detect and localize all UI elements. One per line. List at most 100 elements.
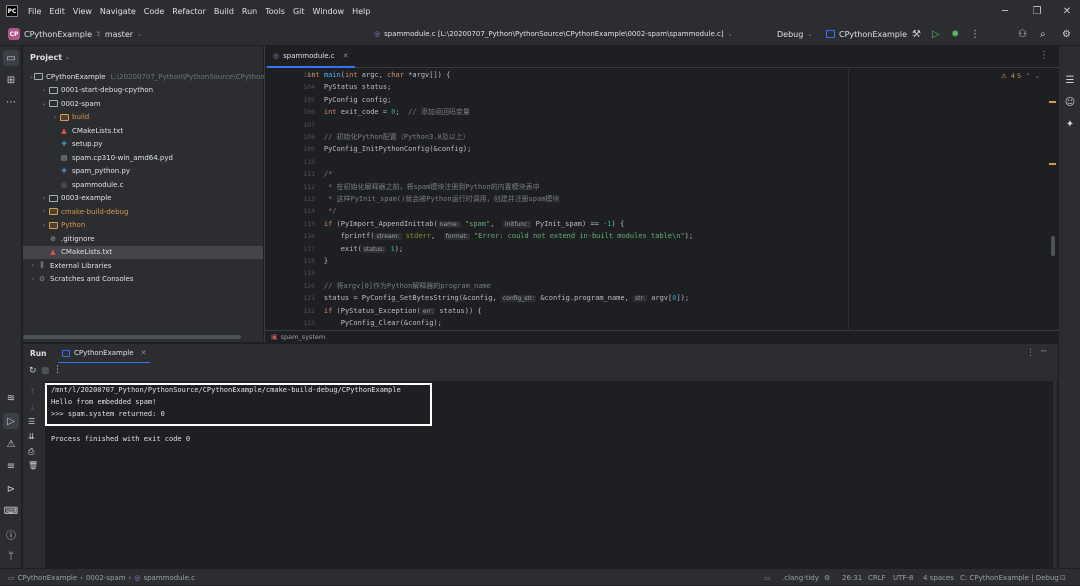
app-logo-icon[interactable]: PC bbox=[6, 5, 18, 17]
code-content[interactable]: int main(int argc, char *argv[]) { PySta… bbox=[307, 68, 1047, 330]
chevron-right-icon[interactable]: › bbox=[40, 87, 48, 94]
structure-tool-icon[interactable]: ⊞ bbox=[3, 72, 19, 88]
todo-icon[interactable]: ≡ bbox=[3, 458, 19, 474]
stop-icon[interactable]: ■ bbox=[41, 366, 50, 376]
line-separator[interactable]: CRLF bbox=[868, 569, 886, 586]
tree-item[interactable]: › 0001-start-debug-cpython bbox=[23, 84, 263, 97]
git-icon[interactable]: ᛘ bbox=[3, 548, 19, 564]
chevron-right-icon[interactable]: › bbox=[29, 262, 37, 269]
tree-item[interactable]: ⌄ CPythonExample L:\20200707_Python\Python… bbox=[23, 70, 295, 83]
print-icon[interactable]: ⎙ bbox=[28, 447, 34, 457]
soft-wrap-icon[interactable]: ☰ bbox=[28, 417, 35, 426]
more-tools-icon[interactable]: ⋯ bbox=[3, 94, 19, 110]
run-options-icon[interactable]: ⋮ bbox=[1026, 348, 1035, 358]
console-scrollbar[interactable] bbox=[1053, 381, 1057, 568]
menu-build[interactable]: Build bbox=[210, 7, 238, 16]
file-encoding[interactable]: UTF-8 bbox=[893, 569, 913, 586]
more-actions-icon[interactable]: ⋮ bbox=[970, 22, 980, 46]
tree-item[interactable]: › build bbox=[23, 111, 263, 124]
problems-icon[interactable]: ⚠ bbox=[3, 436, 19, 452]
project-tool-icon[interactable]: ▭ bbox=[3, 50, 19, 66]
menu-git[interactable]: Git bbox=[289, 7, 309, 16]
debug-icon[interactable]: ✹ bbox=[951, 22, 959, 46]
tree-item[interactable]: › ⫼ External Libraries bbox=[23, 259, 263, 272]
lock-icon[interactable]: ⊡ bbox=[1060, 569, 1066, 586]
search-icon[interactable]: ⌕ bbox=[1040, 22, 1046, 46]
run-console[interactable]: /mnt/l/20200707_Python/PythonSource/CPyt… bbox=[45, 381, 1058, 568]
minimize-icon[interactable]: ─ bbox=[990, 0, 1020, 22]
tab-spammodule[interactable]: ◎ spammodule.c ✕ bbox=[267, 46, 355, 68]
run-icon[interactable]: ▷ bbox=[932, 22, 940, 46]
tree-item[interactable]: ◎ spammodule.c bbox=[23, 178, 263, 191]
chevron-right-icon[interactable]: › bbox=[29, 276, 37, 283]
services-icon[interactable]: ⊳ bbox=[3, 481, 19, 497]
layers-icon[interactable]: ≋ bbox=[3, 390, 19, 406]
more-icon[interactable]: ⋮ bbox=[53, 365, 62, 375]
tree-item[interactable]: › 0003-example bbox=[23, 192, 263, 205]
project-panel-header[interactable]: Project ⌄ bbox=[23, 46, 263, 68]
scroll-to-end-icon[interactable]: ⇊ bbox=[28, 432, 35, 441]
warning-marker[interactable] bbox=[1049, 101, 1056, 103]
run-config-selector[interactable]: CPythonExample ⌄ bbox=[826, 22, 916, 46]
run-tool-icon[interactable]: ▷ bbox=[3, 413, 19, 429]
menu-file[interactable]: File bbox=[24, 7, 45, 16]
chevron-down-icon[interactable]: ⌄ bbox=[40, 100, 48, 107]
menu-code[interactable]: Code bbox=[140, 7, 168, 16]
tree-item[interactable]: ✚ setup.py bbox=[23, 138, 263, 151]
tab-run-cpythonexample[interactable]: CPythonExample ✕ bbox=[58, 344, 151, 364]
terminal-icon[interactable]: ⌨ bbox=[3, 503, 19, 519]
code-breadcrumb[interactable]: ▣ spam_system bbox=[265, 330, 1059, 342]
database-icon[interactable]: ☰ bbox=[1062, 72, 1078, 88]
close-window-icon[interactable]: ✕ bbox=[1052, 0, 1080, 22]
close-tab-icon[interactable]: ✕ bbox=[141, 349, 147, 357]
project-horizontal-scrollbar[interactable] bbox=[23, 335, 241, 339]
menu-run[interactable]: Run bbox=[238, 7, 261, 16]
menu-window[interactable]: Window bbox=[309, 7, 349, 16]
hide-panel-icon[interactable]: ─ bbox=[1041, 347, 1046, 357]
build-mode-selector[interactable]: Debug ⌄ bbox=[777, 22, 812, 46]
project-switcher[interactable]: CP CPythonExample ⌄ bbox=[8, 22, 101, 46]
chevron-right-icon[interactable]: › bbox=[51, 114, 59, 121]
caret-position[interactable]: 26:31 bbox=[842, 569, 862, 586]
status-crumb[interactable]: spammodule.c bbox=[143, 574, 195, 582]
branch-switcher[interactable]: ᛘ master ⌄ bbox=[96, 22, 142, 46]
frame-icon[interactable]: ▭ bbox=[764, 569, 771, 586]
tree-item[interactable]: › Python bbox=[23, 219, 263, 232]
close-tab-icon[interactable]: ✕ bbox=[343, 52, 349, 60]
tree-item[interactable]: ▲ CMakeLists.txt bbox=[23, 124, 263, 137]
menu-edit[interactable]: Edit bbox=[45, 7, 69, 16]
notification-icon[interactable]: ⚙ bbox=[824, 569, 830, 586]
tree-item[interactable]: ⊘ .gitignore bbox=[23, 232, 263, 245]
menu-refactor[interactable]: Refactor bbox=[168, 7, 210, 16]
menu-view[interactable]: View bbox=[69, 7, 96, 16]
tab-options-icon[interactable]: ⋮ bbox=[1039, 50, 1049, 61]
warning-marker[interactable] bbox=[1049, 163, 1056, 165]
tree-item[interactable]: › ⊙ Scratches and Consoles bbox=[23, 273, 263, 286]
menu-help[interactable]: Help bbox=[348, 7, 374, 16]
editor-vertical-scrollbar[interactable] bbox=[1051, 236, 1055, 256]
arrow-down-icon[interactable]: ↓ bbox=[29, 403, 36, 412]
chevron-right-icon[interactable]: › bbox=[40, 195, 48, 202]
notifications-icon[interactable]: ⓘ bbox=[3, 526, 19, 542]
file-path-selector[interactable]: ◎ spammodule.c [L:\20200707_Python\Pytho… bbox=[374, 22, 733, 46]
restore-icon[interactable]: ❐ bbox=[1022, 0, 1052, 22]
indent-setting[interactable]: 4 spaces bbox=[923, 569, 954, 586]
tree-item[interactable]: ⌄ 0002-spam bbox=[23, 97, 263, 110]
trash-icon[interactable]: 🗑 bbox=[28, 461, 38, 470]
add-user-icon[interactable]: ⚇ bbox=[1018, 22, 1027, 46]
status-breadcrumb[interactable]: ▭ CPythonExample › 0002-spam › ◎ spammod… bbox=[8, 569, 195, 586]
settings-gear-icon[interactable]: ⚙ bbox=[1062, 22, 1071, 46]
copilot-icon[interactable]: ☺ bbox=[1062, 94, 1078, 110]
tree-item[interactable]: ✚ spam_python.py bbox=[23, 165, 263, 178]
ai-assistant-icon[interactable]: ✦ bbox=[1062, 116, 1078, 132]
arrow-up-icon[interactable]: ↑ bbox=[29, 387, 36, 396]
tree-item[interactable]: ▤ spam.cp310-win_amd64.pyd bbox=[23, 151, 263, 164]
build-icon[interactable]: ⚒ bbox=[912, 22, 921, 46]
tree-item[interactable]: ▲ CMakeLists.txt bbox=[23, 245, 263, 259]
rerun-icon[interactable]: ↻ bbox=[29, 366, 37, 376]
status-crumb[interactable]: CPythonExample bbox=[18, 574, 78, 582]
linter-status[interactable]: .clang-tidy bbox=[782, 569, 819, 586]
tree-item[interactable]: › cmake-build-debug bbox=[23, 205, 263, 218]
resolve-context[interactable]: C: CPythonExample | Debug bbox=[960, 569, 1059, 586]
menu-tools[interactable]: Tools bbox=[261, 7, 289, 16]
